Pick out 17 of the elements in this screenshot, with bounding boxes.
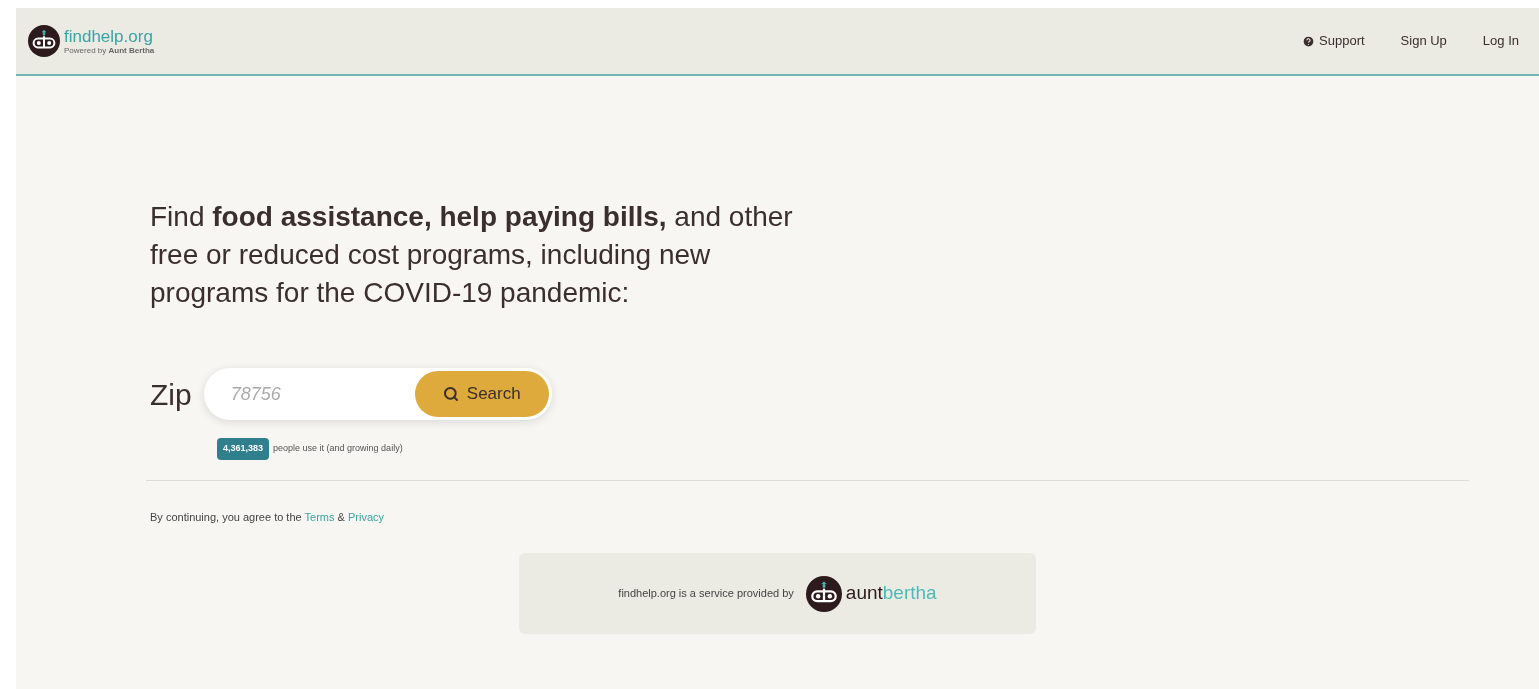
tagline: Powered by Aunt Bertha — [64, 46, 155, 55]
headline: Find food assistance, help paying bills, and other free or reduced cost programs, including new programs for the COVID-19 pandemic: — [150, 200, 794, 310]
nav-link[interactable]: Log In — [1482, 31, 1519, 51]
zip-label: Zip — [150, 376, 192, 413]
usage-count: 4,361,383 — [217, 438, 270, 460]
search-button[interactable]: Search — [414, 371, 549, 417]
nav-link[interactable]: Sign Up — [1400, 31, 1447, 51]
zip-field[interactable]: 78756 Search — [203, 368, 552, 420]
usage-text: people use it (and growing daily) — [273, 442, 403, 455]
logo-icon — [805, 575, 842, 612]
logo-icon — [28, 25, 60, 57]
provider-text: findhelp.org is a service provided by — [618, 586, 794, 602]
nav-link[interactable]: Support — [1302, 31, 1365, 51]
help-icon — [1302, 34, 1316, 48]
consent-text: By continuing, you agree to the Terms & Privacy — [150, 509, 385, 525]
brand-name: auntbertha — [845, 581, 937, 606]
search-icon — [442, 386, 459, 402]
